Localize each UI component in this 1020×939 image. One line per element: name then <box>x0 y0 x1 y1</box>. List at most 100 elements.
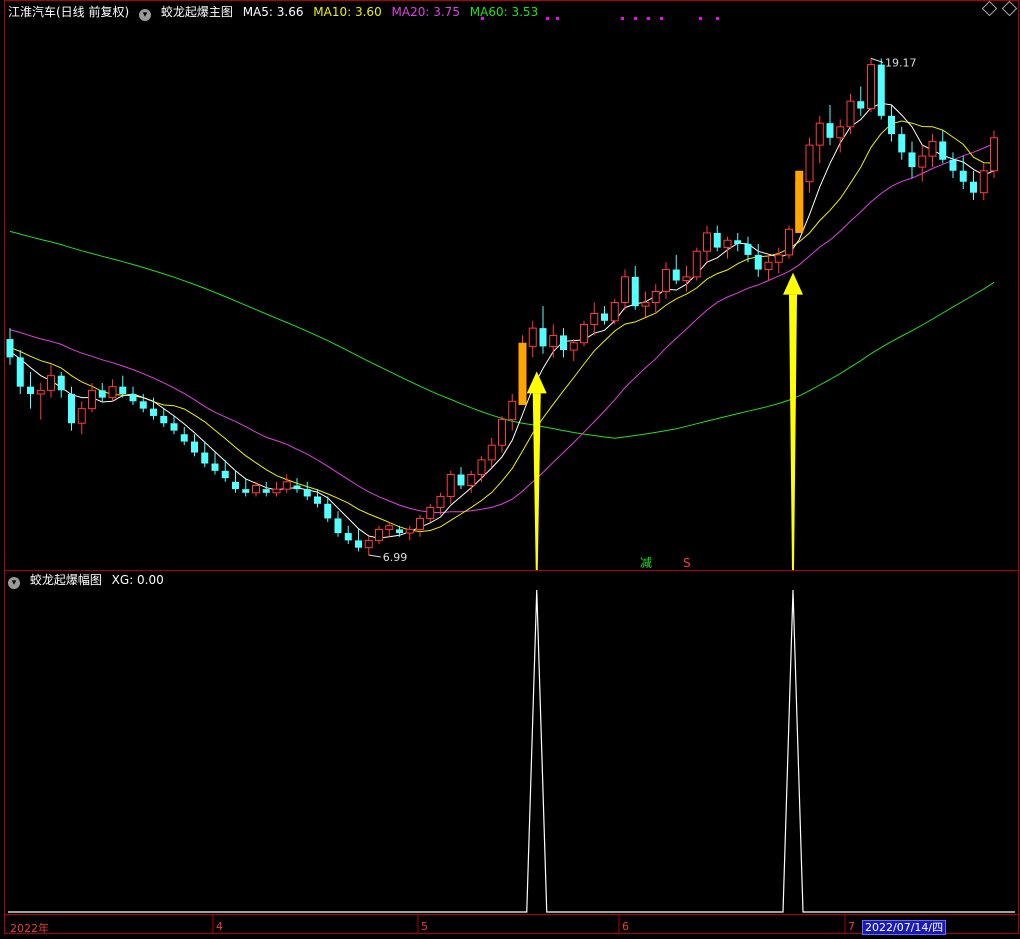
candle-body <box>498 419 506 446</box>
candle-body <box>662 269 670 293</box>
high-price-label: 19.17 <box>885 56 917 69</box>
x-axis-label-may: 5 <box>421 920 428 933</box>
candle-body <box>150 408 157 416</box>
dropdown-icon[interactable]: ▾ <box>8 577 20 589</box>
up-arrow-icon <box>526 371 547 394</box>
ma10-line <box>9 120 995 533</box>
candle-body <box>221 470 229 479</box>
candle-body <box>508 400 517 421</box>
main-panel-header: 江淮汽车(日线 前复权) ▾ 蛟龙起爆主图 MA5: 3.66 MA10: 3.… <box>8 3 544 21</box>
candle-body <box>180 434 188 442</box>
candle-body <box>385 525 394 530</box>
dropdown-icon[interactable]: ▾ <box>139 9 152 21</box>
candle-body <box>928 140 937 157</box>
candle-body <box>949 159 957 171</box>
top-marker-dot <box>621 17 624 20</box>
candle-body <box>569 342 578 351</box>
candle-body <box>764 261 773 271</box>
candle-body <box>88 389 96 410</box>
candle-body <box>416 517 424 530</box>
ma60-line <box>9 230 995 439</box>
candle-body <box>651 291 660 303</box>
candle-body <box>201 452 209 464</box>
candle-body <box>990 137 998 172</box>
chart-frame <box>4 0 1019 934</box>
top-marker-dot <box>660 17 663 20</box>
candle-body <box>191 441 198 453</box>
candle-body <box>405 528 414 534</box>
chart-stage: 19.17 6.99 减 S <box>0 0 1020 935</box>
ma5-legend: MA5: 3.66 <box>242 5 304 19</box>
xg-line <box>8 589 1015 913</box>
low-price-label: 6.99 <box>383 551 408 564</box>
candle-body <box>590 312 599 325</box>
cursor-date-box: 2022/07/14/四 <box>862 920 947 935</box>
candle-body <box>908 152 916 168</box>
candle-body <box>641 301 650 307</box>
candle-body <box>703 232 711 252</box>
candle-body <box>815 122 824 146</box>
candle-body <box>744 243 752 255</box>
x-axis-label-jul: 7 <box>848 920 855 933</box>
candle-body <box>6 339 14 358</box>
candle-body <box>477 459 486 476</box>
candle-body <box>959 170 967 182</box>
candle-body <box>785 228 793 256</box>
arrow-shaft <box>532 393 541 570</box>
candle-body <box>324 503 332 519</box>
top-marker-dot <box>556 17 559 20</box>
candle-body <box>560 335 567 351</box>
candle-body <box>16 357 24 387</box>
signal-s: S <box>683 556 691 570</box>
top-marker-dot <box>634 17 637 20</box>
candle-body <box>314 496 321 504</box>
candle-body <box>549 334 558 347</box>
candle-body <box>355 540 362 548</box>
candle-body <box>446 474 455 497</box>
candle-body <box>457 474 465 486</box>
candle-body <box>47 375 55 391</box>
candle-body <box>57 375 65 391</box>
candle-body <box>160 415 168 424</box>
candle-body <box>528 327 537 347</box>
candle-body <box>293 485 301 490</box>
candle-body <box>303 489 311 497</box>
signal-bar <box>795 170 804 233</box>
top-marker-dot <box>647 17 650 20</box>
ma60-legend: MA60: 3.53 <box>469 5 539 19</box>
candle-body <box>857 101 865 109</box>
candle-body <box>672 269 680 281</box>
ma20-legend: MA20: 3.75 <box>391 5 460 19</box>
candle-body <box>713 232 721 248</box>
main-indicator-name: 蛟龙起爆主图 <box>160 5 233 19</box>
candle-body <box>129 393 137 402</box>
candle-body <box>119 386 127 394</box>
candle-body <box>262 489 270 493</box>
candle-body <box>877 64 885 116</box>
candle-body <box>344 533 352 541</box>
candle-body <box>754 254 762 270</box>
candle-body <box>631 276 639 307</box>
candle-body <box>979 170 988 194</box>
x-axis-label-jun: 6 <box>622 920 629 933</box>
candle-body <box>364 539 373 549</box>
candle-body <box>898 134 906 153</box>
ma10-legend: MA10: 3.60 <box>313 5 382 19</box>
candle-body <box>610 301 619 322</box>
candle-body <box>436 495 445 508</box>
x-axis-label-apr: 4 <box>216 920 223 933</box>
signal-bar <box>518 342 527 405</box>
candle-body <box>426 506 435 519</box>
sub-indicator-name: 蛟龙起爆幅图 <box>29 573 102 587</box>
candle-body <box>918 155 927 168</box>
candle-body <box>970 181 977 193</box>
candle-body <box>98 390 106 398</box>
candle-body <box>375 528 383 541</box>
candle-body <box>939 141 947 160</box>
chart-canvas[interactable]: 19.17 6.99 减 S <box>0 0 1020 935</box>
xg-value: XG: 0.00 <box>111 573 164 587</box>
candle-body <box>36 389 45 395</box>
sub-panel-header: ▾ 蛟龙起爆幅图 XG: 0.00 <box>8 571 170 589</box>
signal-jian: 减 <box>640 556 652 570</box>
candle-body <box>252 484 260 494</box>
